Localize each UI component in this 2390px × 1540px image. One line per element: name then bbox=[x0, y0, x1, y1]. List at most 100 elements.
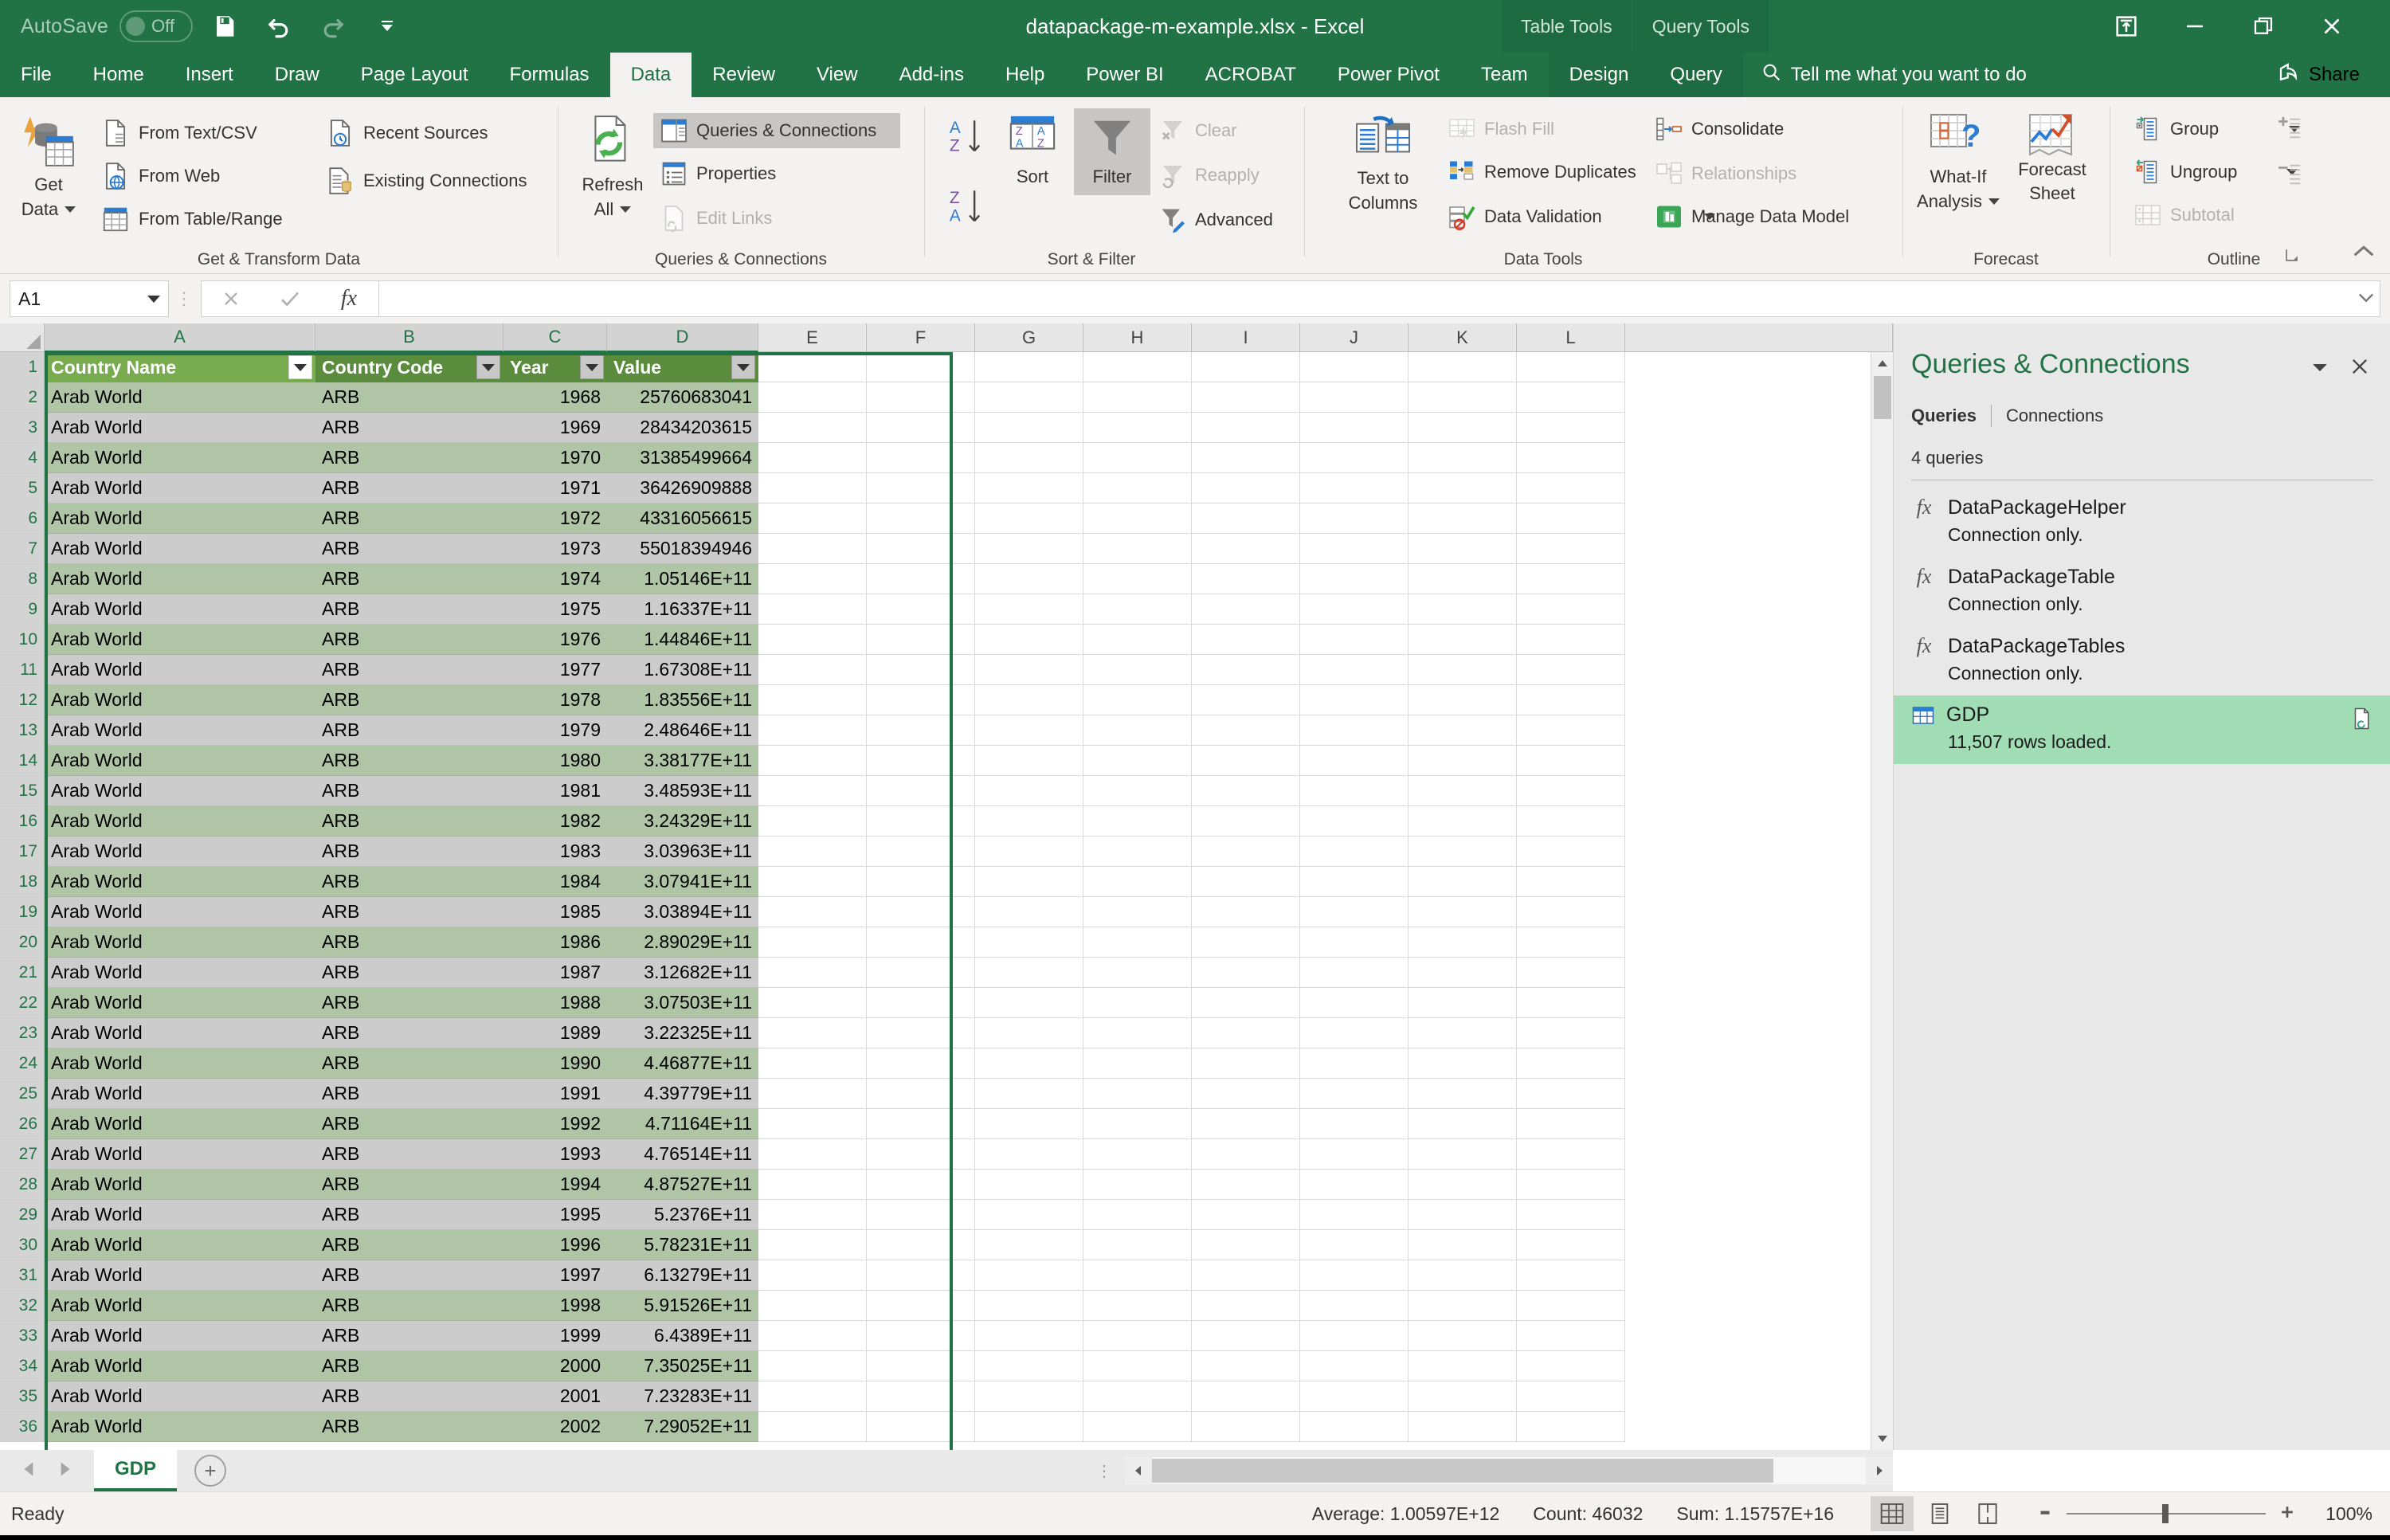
cell-value[interactable]: 4.39779E+11 bbox=[607, 1079, 758, 1109]
cell-empty[interactable] bbox=[1300, 927, 1409, 958]
cell-year[interactable]: 2002 bbox=[503, 1412, 607, 1442]
tab-formulas[interactable]: Formulas bbox=[489, 53, 610, 97]
table-row[interactable]: 12 Arab World ARB 1978 1.83556E+11 bbox=[0, 685, 1893, 715]
cell-empty[interactable] bbox=[1083, 897, 1192, 927]
cell-empty[interactable] bbox=[1083, 988, 1192, 1018]
cell-empty[interactable] bbox=[1192, 382, 1300, 413]
cell-empty[interactable] bbox=[1300, 1291, 1409, 1321]
column-header-l[interactable]: L bbox=[1517, 323, 1625, 352]
formula-bar-resize-handle[interactable]: ⋮ bbox=[169, 288, 201, 309]
cell-empty[interactable] bbox=[975, 655, 1083, 685]
table-header-value[interactable]: Value bbox=[607, 352, 758, 382]
cell-empty[interactable] bbox=[758, 1351, 867, 1381]
cell-empty[interactable] bbox=[1517, 1351, 1625, 1381]
table-row[interactable]: 31 Arab World ARB 1997 6.13279E+11 bbox=[0, 1260, 1893, 1291]
cell-country-name[interactable]: Arab World bbox=[45, 806, 315, 837]
cell-empty[interactable] bbox=[1192, 473, 1300, 504]
cell-empty[interactable] bbox=[1517, 655, 1625, 685]
cell-empty[interactable] bbox=[1300, 776, 1409, 806]
manage-data-model-button[interactable]: Manage Data Model bbox=[1648, 199, 1855, 234]
cell-empty[interactable] bbox=[1192, 715, 1300, 746]
cell-empty[interactable] bbox=[758, 564, 867, 594]
scroll-right-icon[interactable] bbox=[1866, 1457, 1893, 1484]
filter-dropdown-country-name[interactable] bbox=[288, 355, 312, 379]
cell-country-code[interactable]: ARB bbox=[315, 413, 503, 443]
scroll-up-icon[interactable] bbox=[1871, 352, 1894, 374]
cell-empty[interactable] bbox=[1409, 382, 1517, 413]
cell-year[interactable]: 1999 bbox=[503, 1321, 607, 1351]
cell-country-name[interactable]: Arab World bbox=[45, 867, 315, 897]
cell-year[interactable]: 1986 bbox=[503, 927, 607, 958]
row-header-29[interactable]: 29 bbox=[0, 1200, 45, 1230]
cell-empty[interactable] bbox=[1409, 1018, 1517, 1048]
share-button[interactable]: Share bbox=[2277, 53, 2374, 97]
cell-country-code[interactable]: ARB bbox=[315, 1351, 503, 1381]
table-row[interactable]: 2 Arab World ARB 1968 25760683041 bbox=[0, 382, 1893, 413]
cell-value[interactable]: 3.12682E+11 bbox=[607, 958, 758, 988]
table-row[interactable]: 19 Arab World ARB 1985 3.03894E+11 bbox=[0, 897, 1893, 927]
cell-year[interactable]: 1984 bbox=[503, 867, 607, 897]
cell-empty[interactable] bbox=[975, 867, 1083, 897]
cell-empty[interactable] bbox=[1517, 625, 1625, 655]
cell-empty[interactable] bbox=[1192, 897, 1300, 927]
table-row[interactable]: 28 Arab World ARB 1994 4.87527E+11 bbox=[0, 1170, 1893, 1200]
cell-year[interactable]: 1979 bbox=[503, 715, 607, 746]
cell-country-name[interactable]: Arab World bbox=[45, 1200, 315, 1230]
cell-year[interactable]: 1993 bbox=[503, 1139, 607, 1170]
cell-empty[interactable] bbox=[758, 534, 867, 564]
cell-empty[interactable] bbox=[1083, 746, 1192, 776]
cell-empty[interactable] bbox=[1083, 806, 1192, 837]
row-header-1[interactable]: 1 bbox=[0, 352, 45, 382]
cell-value[interactable]: 3.24329E+11 bbox=[607, 806, 758, 837]
table-row[interactable]: 20 Arab World ARB 1986 2.89029E+11 bbox=[0, 927, 1893, 958]
cell-value[interactable]: 7.29052E+11 bbox=[607, 1412, 758, 1442]
cell-country-name[interactable]: Arab World bbox=[45, 443, 315, 473]
cell-empty[interactable] bbox=[1083, 1291, 1192, 1321]
cell-empty[interactable] bbox=[1517, 988, 1625, 1018]
row-header-18[interactable]: 18 bbox=[0, 867, 45, 897]
table-row[interactable]: 25 Arab World ARB 1991 4.39779E+11 bbox=[0, 1079, 1893, 1109]
filter-dropdown-year[interactable] bbox=[580, 355, 604, 379]
cell-year[interactable]: 1976 bbox=[503, 625, 607, 655]
column-header-e[interactable]: E bbox=[758, 323, 867, 352]
cell-empty[interactable] bbox=[975, 1048, 1083, 1079]
cell-country-code[interactable]: ARB bbox=[315, 443, 503, 473]
cell-empty[interactable] bbox=[1192, 806, 1300, 837]
cell-empty[interactable] bbox=[758, 806, 867, 837]
cell-empty[interactable] bbox=[1083, 1018, 1192, 1048]
cell-empty[interactable] bbox=[1517, 1230, 1625, 1260]
get-data-button[interactable]: Get Data bbox=[5, 112, 92, 219]
cell-empty[interactable] bbox=[867, 988, 975, 1018]
tab-power-pivot[interactable]: Power Pivot bbox=[1317, 53, 1460, 97]
table-row[interactable]: 30 Arab World ARB 1996 5.78231E+11 bbox=[0, 1230, 1893, 1260]
cell-f1[interactable] bbox=[867, 352, 975, 382]
cell-empty[interactable] bbox=[867, 746, 975, 776]
cell-empty[interactable] bbox=[1300, 1200, 1409, 1230]
cell-empty[interactable] bbox=[1300, 1170, 1409, 1200]
table-row[interactable]: 13 Arab World ARB 1979 2.48646E+11 bbox=[0, 715, 1893, 746]
cell-empty[interactable] bbox=[1409, 1139, 1517, 1170]
vertical-scrollbar[interactable] bbox=[1871, 352, 1894, 1450]
cell-empty[interactable] bbox=[1083, 443, 1192, 473]
cell-empty[interactable] bbox=[867, 625, 975, 655]
cell-empty[interactable] bbox=[975, 746, 1083, 776]
cell-year[interactable]: 1975 bbox=[503, 594, 607, 625]
tab-view[interactable]: View bbox=[796, 53, 879, 97]
cell-year[interactable]: 1981 bbox=[503, 776, 607, 806]
cell-country-name[interactable]: Arab World bbox=[45, 685, 315, 715]
cell-empty[interactable] bbox=[867, 382, 975, 413]
cell-empty[interactable] bbox=[975, 927, 1083, 958]
cell-value[interactable]: 3.03963E+11 bbox=[607, 837, 758, 867]
cell-empty[interactable] bbox=[1409, 776, 1517, 806]
cell-empty[interactable] bbox=[1192, 504, 1300, 534]
cell-empty[interactable] bbox=[1517, 776, 1625, 806]
outline-dialog-launcher[interactable] bbox=[2283, 246, 2301, 268]
from-text-csv-button[interactable]: From Text/CSV bbox=[94, 115, 264, 151]
column-header-f[interactable]: F bbox=[867, 323, 975, 352]
cell-empty[interactable] bbox=[867, 1109, 975, 1139]
cell-empty[interactable] bbox=[1409, 1381, 1517, 1412]
cell-empty[interactable] bbox=[1300, 504, 1409, 534]
cell-empty[interactable] bbox=[758, 504, 867, 534]
cell-empty[interactable] bbox=[1083, 927, 1192, 958]
row-header-6[interactable]: 6 bbox=[0, 504, 45, 534]
